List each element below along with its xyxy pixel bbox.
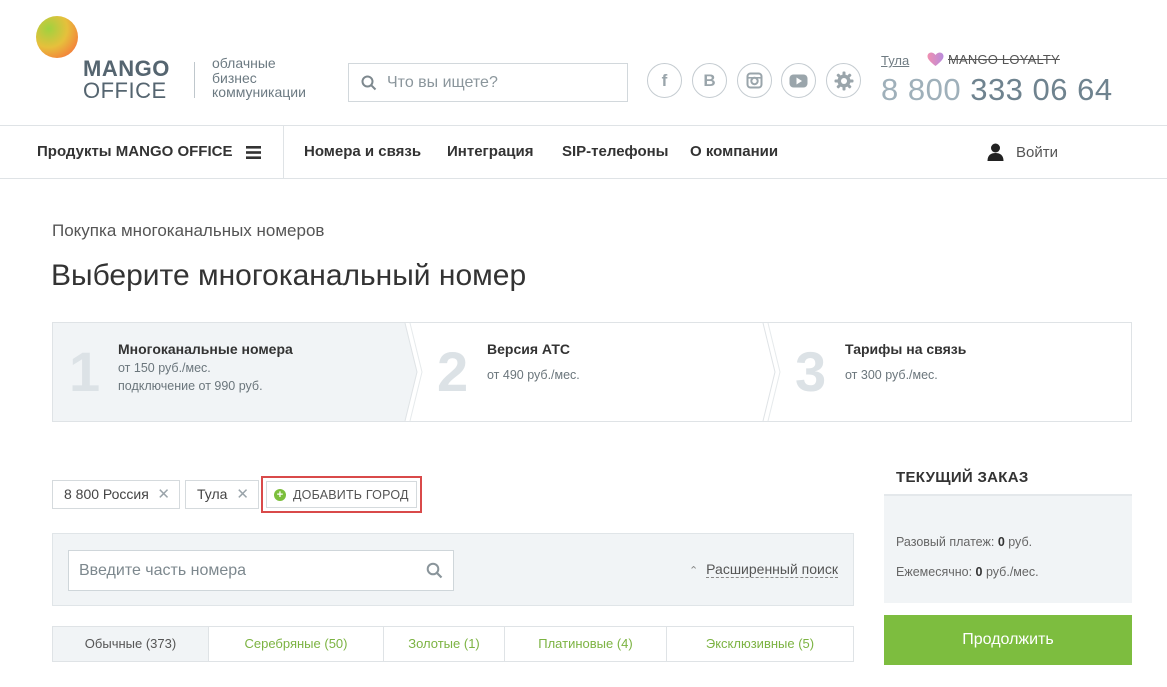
- step-price: от 300 руб./мес.: [845, 368, 938, 382]
- youtube-glyph: [789, 74, 808, 88]
- close-icon[interactable]: ✕: [157, 481, 170, 508]
- step-number: 1: [69, 340, 101, 403]
- one-time-value: 0: [997, 535, 1005, 549]
- city-selector[interactable]: Тула: [881, 53, 909, 68]
- tab-exclusive[interactable]: Эксклюзивные (5): [667, 627, 853, 661]
- one-time-payment: Разовый платеж: 0 руб.: [896, 535, 1032, 549]
- region-tag: 8 800 Россия ✕: [52, 480, 180, 509]
- logo-line-mango: MANGO: [83, 56, 170, 81]
- instagram-icon[interactable]: [737, 63, 772, 98]
- user-icon: [987, 143, 1004, 161]
- breadcrumb: Покупка многоканальных номеров: [52, 221, 325, 240]
- step-price: от 150 руб./мес.: [118, 361, 211, 375]
- step-connection-price: подключение от 990 руб.: [118, 379, 263, 393]
- settings-icon[interactable]: [826, 63, 861, 98]
- vkontakte-glyph: B: [703, 71, 716, 90]
- continue-button[interactable]: Продолжить: [884, 615, 1132, 665]
- main-nav: Продукты MANGO OFFICE Номера и связь Инт…: [0, 125, 1167, 179]
- step-number: 3: [795, 340, 827, 403]
- facebook-icon[interactable]: f: [647, 63, 682, 98]
- mango-logo-icon[interactable]: [36, 16, 78, 58]
- loyalty-label: MANGO LOYALTY: [948, 52, 1060, 67]
- tab-gold[interactable]: Золотые (1): [384, 627, 505, 661]
- hamburger-icon: [246, 145, 262, 159]
- login-button[interactable]: Войти: [987, 126, 1058, 178]
- monthly-payment: Ежемесячно: 0 руб./мес.: [896, 565, 1039, 579]
- number-search-box[interactable]: [68, 550, 454, 591]
- phone-prefix: 8 800: [881, 72, 962, 107]
- gear-glyph: [834, 71, 853, 91]
- youtube-icon[interactable]: [781, 63, 816, 98]
- number-search-input[interactable]: [79, 551, 419, 590]
- monthly-value: 0: [975, 565, 983, 579]
- heart-icon: [927, 52, 944, 66]
- nav-link-about[interactable]: О компании: [690, 126, 778, 178]
- advanced-search-label: Расширенный поиск: [706, 561, 838, 578]
- logo-wordmark[interactable]: MANGO OFFICE: [83, 58, 170, 102]
- nav-link-sip-phones[interactable]: SIP-телефоны: [562, 126, 669, 178]
- add-city-label: ДОБАВИТЬ ГОРОД: [293, 487, 409, 502]
- one-time-unit: руб.: [1008, 535, 1033, 549]
- monthly-unit: руб./мес.: [985, 565, 1039, 579]
- advanced-search-link[interactable]: ⌃ Расширенный поиск: [689, 562, 838, 578]
- step-title: Многоканальные номера: [118, 341, 293, 357]
- add-city-button[interactable]: + ДОБАВИТЬ ГОРОД: [266, 481, 417, 508]
- loyalty-link[interactable]: MANGO LOYALTY: [927, 52, 1060, 67]
- number-filter-panel: ⌃ Расширенный поиск: [52, 533, 854, 606]
- site-search[interactable]: [348, 63, 628, 102]
- plus-circle-icon: +: [274, 488, 286, 501]
- logo-line-office: OFFICE: [83, 78, 167, 103]
- phone-main: 333 06 64: [970, 72, 1113, 107]
- add-city-highlight: + ДОБАВИТЬ ГОРОД: [261, 476, 422, 513]
- products-menu-button[interactable]: Продукты MANGO OFFICE: [37, 126, 262, 178]
- monthly-label: Ежемесячно:: [896, 565, 973, 579]
- step-number: 2: [437, 340, 469, 403]
- one-time-label: Разовый платеж:: [896, 535, 995, 549]
- step-title: Тарифы на связь: [845, 341, 967, 357]
- region-tag-label: 8 800 Россия: [64, 486, 149, 502]
- nav-link-integration[interactable]: Интеграция: [447, 126, 533, 178]
- tagline-line: коммуникации: [212, 84, 306, 100]
- page-title: Выберите многоканальный номер: [51, 259, 527, 292]
- logo-divider: [194, 62, 195, 98]
- nav-divider: [283, 126, 284, 178]
- order-steps: 1 Многоканальные номера от 150 руб./мес.…: [52, 322, 1132, 422]
- step-price: от 490 руб./мес.: [487, 368, 580, 382]
- region-tag-label: Тула: [197, 486, 228, 502]
- vkontakte-icon[interactable]: B: [692, 63, 727, 98]
- facebook-glyph: f: [661, 71, 668, 90]
- tagline-line: бизнес: [212, 69, 257, 86]
- close-icon[interactable]: ✕: [236, 481, 249, 508]
- instagram-glyph: [746, 72, 763, 89]
- tab-regular[interactable]: Обычные (373): [53, 627, 209, 661]
- search-input[interactable]: [387, 64, 622, 101]
- steps-background: [53, 323, 781, 421]
- tab-silver[interactable]: Серебряные (50): [209, 627, 384, 661]
- region-tag: Тула ✕: [185, 480, 259, 509]
- tagline: облачные бизнес коммуникации: [212, 56, 306, 100]
- step-title: Версия АТС: [487, 341, 570, 357]
- number-category-tabs: Обычные (373) Серебряные (50) Золотые (1…: [52, 626, 854, 662]
- search-icon: [361, 75, 377, 91]
- phone-number[interactable]: 8 800 333 06 64: [881, 72, 1113, 108]
- tagline-line: облачные: [212, 55, 276, 71]
- products-menu-label: Продукты MANGO OFFICE: [37, 143, 233, 160]
- chevron-up-icon: ⌃: [688, 564, 699, 577]
- login-label: Войти: [1016, 143, 1058, 161]
- search-icon[interactable]: [426, 562, 443, 579]
- tab-platinum[interactable]: Платиновые (4): [505, 627, 667, 661]
- current-order-summary: Разовый платеж: 0 руб. Ежемесячно: 0 руб…: [884, 496, 1132, 603]
- current-order-title: ТЕКУЩИЙ ЗАКАЗ: [884, 460, 1132, 496]
- nav-link-numbers[interactable]: Номера и связь: [304, 126, 421, 178]
